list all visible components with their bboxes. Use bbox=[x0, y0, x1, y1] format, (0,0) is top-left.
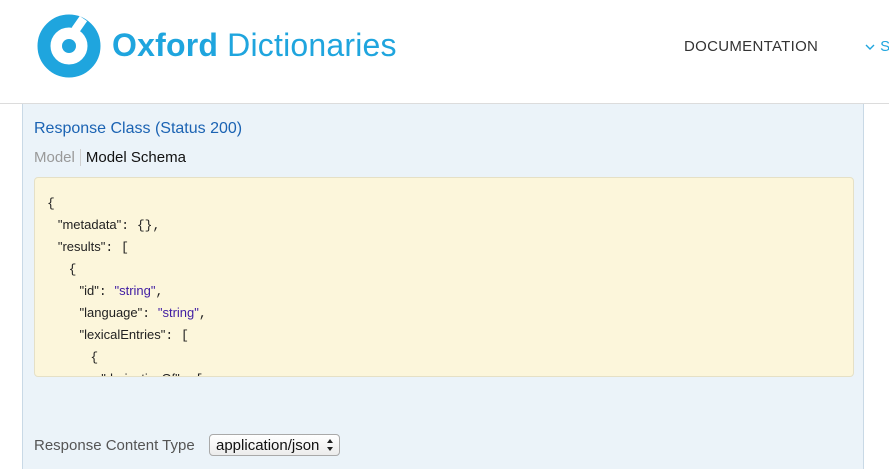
response-class-title: Response Class (Status 200) bbox=[34, 120, 243, 137]
operation-panel: Response Class (Status 200) Model Model S… bbox=[22, 104, 864, 469]
response-content-type-select[interactable]: application/json bbox=[209, 434, 341, 456]
code-token-punc: : {}, bbox=[121, 218, 161, 233]
code-line: "lexicalEntries": [ bbox=[47, 324, 207, 346]
code-token-punc: { bbox=[47, 196, 55, 211]
brand-name-light: Dictionaries bbox=[218, 27, 397, 63]
code-line: "id": "string", bbox=[47, 280, 207, 302]
code-line: { bbox=[47, 258, 207, 280]
code-token-punc: : [ bbox=[180, 372, 203, 376]
chevron-down-icon bbox=[865, 44, 875, 51]
code-token-punc: : [ bbox=[105, 240, 129, 255]
code-line: "derivativeOf": [ bbox=[47, 368, 207, 376]
nav-more-label: S bbox=[880, 38, 889, 55]
code-token-str: "string" bbox=[157, 305, 199, 320]
select-arrows-icon bbox=[327, 439, 334, 451]
nav-documentation-link[interactable]: DOCUMENTATION bbox=[684, 38, 818, 55]
code-line: "metadata": {}, bbox=[47, 214, 207, 236]
code-line: "language": "string", bbox=[47, 302, 207, 324]
code-token-str: "string" bbox=[114, 283, 156, 298]
model-schema-code-block[interactable]: { "metadata": {}, "results": [ { "id": "… bbox=[34, 177, 854, 377]
code-line: "results": [ bbox=[47, 236, 207, 258]
response-content-type-label: Response Content Type bbox=[34, 437, 195, 454]
code-token-key: "id" bbox=[79, 283, 99, 298]
brand-name-bold: Oxford bbox=[112, 27, 219, 63]
site-header: Oxford Dictionaries DOCUMENTATION S bbox=[0, 0, 889, 104]
code-token-key: "results" bbox=[57, 239, 106, 254]
code-token-punc: { bbox=[68, 262, 77, 277]
code-token-punc: , bbox=[198, 306, 207, 321]
brand-name[interactable]: Oxford Dictionaries bbox=[112, 23, 397, 67]
oxford-logo-icon[interactable] bbox=[37, 14, 101, 78]
code-token-key: "metadata" bbox=[57, 217, 122, 232]
code-line: { bbox=[47, 192, 207, 214]
code-token-key: "language" bbox=[79, 305, 143, 320]
code-token-punc: : bbox=[98, 284, 115, 299]
tab-model-schema[interactable]: Model Schema bbox=[81, 149, 186, 166]
tab-model[interactable]: Model bbox=[34, 149, 81, 166]
code-token-punc: : bbox=[142, 306, 158, 321]
model-tabs: Model Model Schema bbox=[34, 149, 186, 166]
code-line: { bbox=[47, 346, 207, 368]
code-token-punc: { bbox=[90, 350, 99, 365]
response-content-type-value: application/json bbox=[216, 437, 320, 454]
code-token-punc: : [ bbox=[165, 328, 189, 343]
code-token-key: "derivativeOf" bbox=[101, 371, 180, 376]
schema-code: { "metadata": {}, "results": [ { "id": "… bbox=[47, 192, 207, 376]
nav-more-menu[interactable]: S bbox=[864, 38, 889, 55]
code-token-key: "lexicalEntries" bbox=[79, 327, 166, 342]
code-token-punc: , bbox=[155, 284, 164, 299]
